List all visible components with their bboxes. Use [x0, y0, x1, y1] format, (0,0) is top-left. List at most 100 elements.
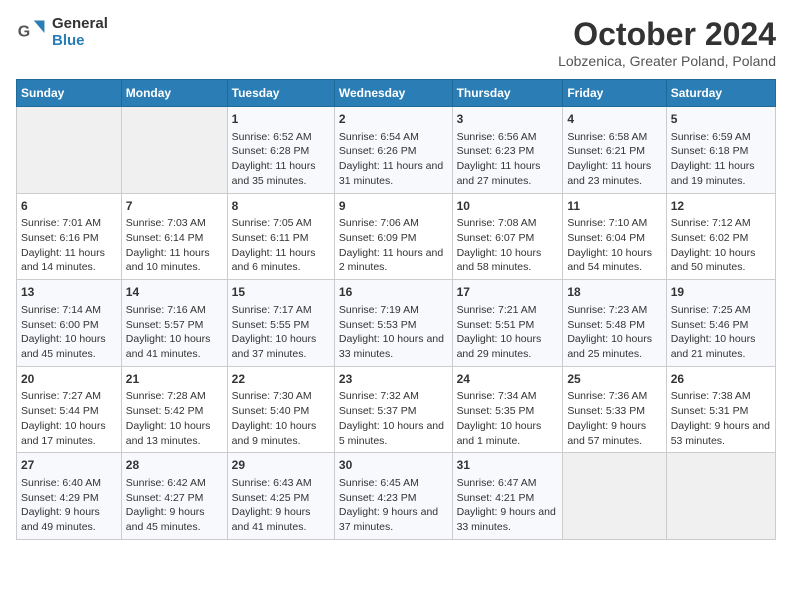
sunset-text: Sunset: 5:57 PM [126, 318, 223, 333]
calendar-cell: 26Sunrise: 7:38 AMSunset: 5:31 PMDayligh… [666, 366, 775, 453]
calendar-week-row: 6Sunrise: 7:01 AMSunset: 6:16 PMDaylight… [17, 193, 776, 280]
sunrise-text: Sunrise: 6:42 AM [126, 476, 223, 491]
daylight-text: Daylight: 11 hours and 27 minutes. [457, 159, 559, 188]
sunset-text: Sunset: 6:11 PM [232, 231, 330, 246]
calendar-cell: 2Sunrise: 6:54 AMSunset: 6:26 PMDaylight… [334, 107, 452, 194]
sunrise-text: Sunrise: 7:34 AM [457, 389, 559, 404]
day-header-monday: Monday [121, 80, 227, 107]
sunrise-text: Sunrise: 7:01 AM [21, 216, 117, 231]
sunset-text: Sunset: 6:16 PM [21, 231, 117, 246]
calendar-week-row: 27Sunrise: 6:40 AMSunset: 4:29 PMDayligh… [17, 453, 776, 540]
day-number: 17 [457, 284, 559, 301]
daylight-text: Daylight: 11 hours and 14 minutes. [21, 246, 117, 275]
sunrise-text: Sunrise: 7:12 AM [671, 216, 771, 231]
calendar-cell: 14Sunrise: 7:16 AMSunset: 5:57 PMDayligh… [121, 280, 227, 367]
calendar-cell: 17Sunrise: 7:21 AMSunset: 5:51 PMDayligh… [452, 280, 563, 367]
calendar-cell: 7Sunrise: 7:03 AMSunset: 6:14 PMDaylight… [121, 193, 227, 280]
sunset-text: Sunset: 6:02 PM [671, 231, 771, 246]
sunrise-text: Sunrise: 6:40 AM [21, 476, 117, 491]
daylight-text: Daylight: 9 hours and 33 minutes. [457, 505, 559, 534]
daylight-text: Daylight: 11 hours and 19 minutes. [671, 159, 771, 188]
day-header-tuesday: Tuesday [227, 80, 334, 107]
daylight-text: Daylight: 10 hours and 58 minutes. [457, 246, 559, 275]
sunrise-text: Sunrise: 7:25 AM [671, 303, 771, 318]
day-number: 23 [339, 371, 448, 388]
calendar-cell: 9Sunrise: 7:06 AMSunset: 6:09 PMDaylight… [334, 193, 452, 280]
sunset-text: Sunset: 4:23 PM [339, 491, 448, 506]
daylight-text: Daylight: 9 hours and 57 minutes. [567, 419, 661, 448]
location-title: Lobzenica, Greater Poland, Poland [558, 53, 776, 69]
sunset-text: Sunset: 4:25 PM [232, 491, 330, 506]
logo: G General Blue [16, 16, 108, 49]
sunrise-text: Sunrise: 6:56 AM [457, 130, 559, 145]
sunrise-text: Sunrise: 6:58 AM [567, 130, 661, 145]
sunrise-text: Sunrise: 7:03 AM [126, 216, 223, 231]
calendar-cell: 19Sunrise: 7:25 AMSunset: 5:46 PMDayligh… [666, 280, 775, 367]
daylight-text: Daylight: 11 hours and 10 minutes. [126, 246, 223, 275]
sunrise-text: Sunrise: 7:10 AM [567, 216, 661, 231]
day-header-saturday: Saturday [666, 80, 775, 107]
daylight-text: Daylight: 11 hours and 23 minutes. [567, 159, 661, 188]
day-number: 9 [339, 198, 448, 215]
daylight-text: Daylight: 10 hours and 17 minutes. [21, 419, 117, 448]
sunset-text: Sunset: 6:18 PM [671, 144, 771, 159]
sunset-text: Sunset: 6:07 PM [457, 231, 559, 246]
calendar-cell: 11Sunrise: 7:10 AMSunset: 6:04 PMDayligh… [563, 193, 666, 280]
sunrise-text: Sunrise: 7:27 AM [21, 389, 117, 404]
calendar-cell: 23Sunrise: 7:32 AMSunset: 5:37 PMDayligh… [334, 366, 452, 453]
sunset-text: Sunset: 6:23 PM [457, 144, 559, 159]
calendar-cell: 4Sunrise: 6:58 AMSunset: 6:21 PMDaylight… [563, 107, 666, 194]
sunrise-text: Sunrise: 7:32 AM [339, 389, 448, 404]
logo-general: General [52, 16, 108, 33]
sunrise-text: Sunrise: 6:59 AM [671, 130, 771, 145]
sunset-text: Sunset: 5:51 PM [457, 318, 559, 333]
logo-text: General Blue [52, 16, 108, 49]
calendar-cell: 3Sunrise: 6:56 AMSunset: 6:23 PMDaylight… [452, 107, 563, 194]
calendar-week-row: 20Sunrise: 7:27 AMSunset: 5:44 PMDayligh… [17, 366, 776, 453]
daylight-text: Daylight: 11 hours and 31 minutes. [339, 159, 448, 188]
calendar-week-row: 13Sunrise: 7:14 AMSunset: 6:00 PMDayligh… [17, 280, 776, 367]
daylight-text: Daylight: 10 hours and 9 minutes. [232, 419, 330, 448]
daylight-text: Daylight: 10 hours and 33 minutes. [339, 332, 448, 361]
calendar-cell: 13Sunrise: 7:14 AMSunset: 6:00 PMDayligh… [17, 280, 122, 367]
sunrise-text: Sunrise: 6:54 AM [339, 130, 448, 145]
daylight-text: Daylight: 9 hours and 49 minutes. [21, 505, 117, 534]
sunset-text: Sunset: 4:29 PM [21, 491, 117, 506]
daylight-text: Daylight: 10 hours and 5 minutes. [339, 419, 448, 448]
sunset-text: Sunset: 5:55 PM [232, 318, 330, 333]
day-header-friday: Friday [563, 80, 666, 107]
daylight-text: Daylight: 9 hours and 41 minutes. [232, 505, 330, 534]
daylight-text: Daylight: 10 hours and 21 minutes. [671, 332, 771, 361]
calendar-cell: 20Sunrise: 7:27 AMSunset: 5:44 PMDayligh… [17, 366, 122, 453]
sunrise-text: Sunrise: 7:28 AM [126, 389, 223, 404]
sunset-text: Sunset: 6:04 PM [567, 231, 661, 246]
calendar-cell: 29Sunrise: 6:43 AMSunset: 4:25 PMDayligh… [227, 453, 334, 540]
sunset-text: Sunset: 5:44 PM [21, 404, 117, 419]
day-number: 1 [232, 111, 330, 128]
sunset-text: Sunset: 5:33 PM [567, 404, 661, 419]
day-number: 2 [339, 111, 448, 128]
sunset-text: Sunset: 5:42 PM [126, 404, 223, 419]
daylight-text: Daylight: 10 hours and 13 minutes. [126, 419, 223, 448]
sunset-text: Sunset: 4:27 PM [126, 491, 223, 506]
logo-blue: Blue [52, 33, 108, 50]
daylight-text: Daylight: 10 hours and 45 minutes. [21, 332, 117, 361]
calendar-cell [666, 453, 775, 540]
calendar-cell: 12Sunrise: 7:12 AMSunset: 6:02 PMDayligh… [666, 193, 775, 280]
daylight-text: Daylight: 10 hours and 25 minutes. [567, 332, 661, 361]
sunset-text: Sunset: 6:14 PM [126, 231, 223, 246]
sunset-text: Sunset: 4:21 PM [457, 491, 559, 506]
daylight-text: Daylight: 10 hours and 37 minutes. [232, 332, 330, 361]
sunrise-text: Sunrise: 7:16 AM [126, 303, 223, 318]
sunset-text: Sunset: 5:35 PM [457, 404, 559, 419]
sunset-text: Sunset: 5:37 PM [339, 404, 448, 419]
calendar-cell: 25Sunrise: 7:36 AMSunset: 5:33 PMDayligh… [563, 366, 666, 453]
calendar-week-row: 1Sunrise: 6:52 AMSunset: 6:28 PMDaylight… [17, 107, 776, 194]
sunrise-text: Sunrise: 7:19 AM [339, 303, 448, 318]
sunrise-text: Sunrise: 7:23 AM [567, 303, 661, 318]
day-number: 10 [457, 198, 559, 215]
title-block: October 2024 Lobzenica, Greater Poland, … [558, 16, 776, 69]
day-number: 28 [126, 457, 223, 474]
calendar-cell: 22Sunrise: 7:30 AMSunset: 5:40 PMDayligh… [227, 366, 334, 453]
sunset-text: Sunset: 6:21 PM [567, 144, 661, 159]
